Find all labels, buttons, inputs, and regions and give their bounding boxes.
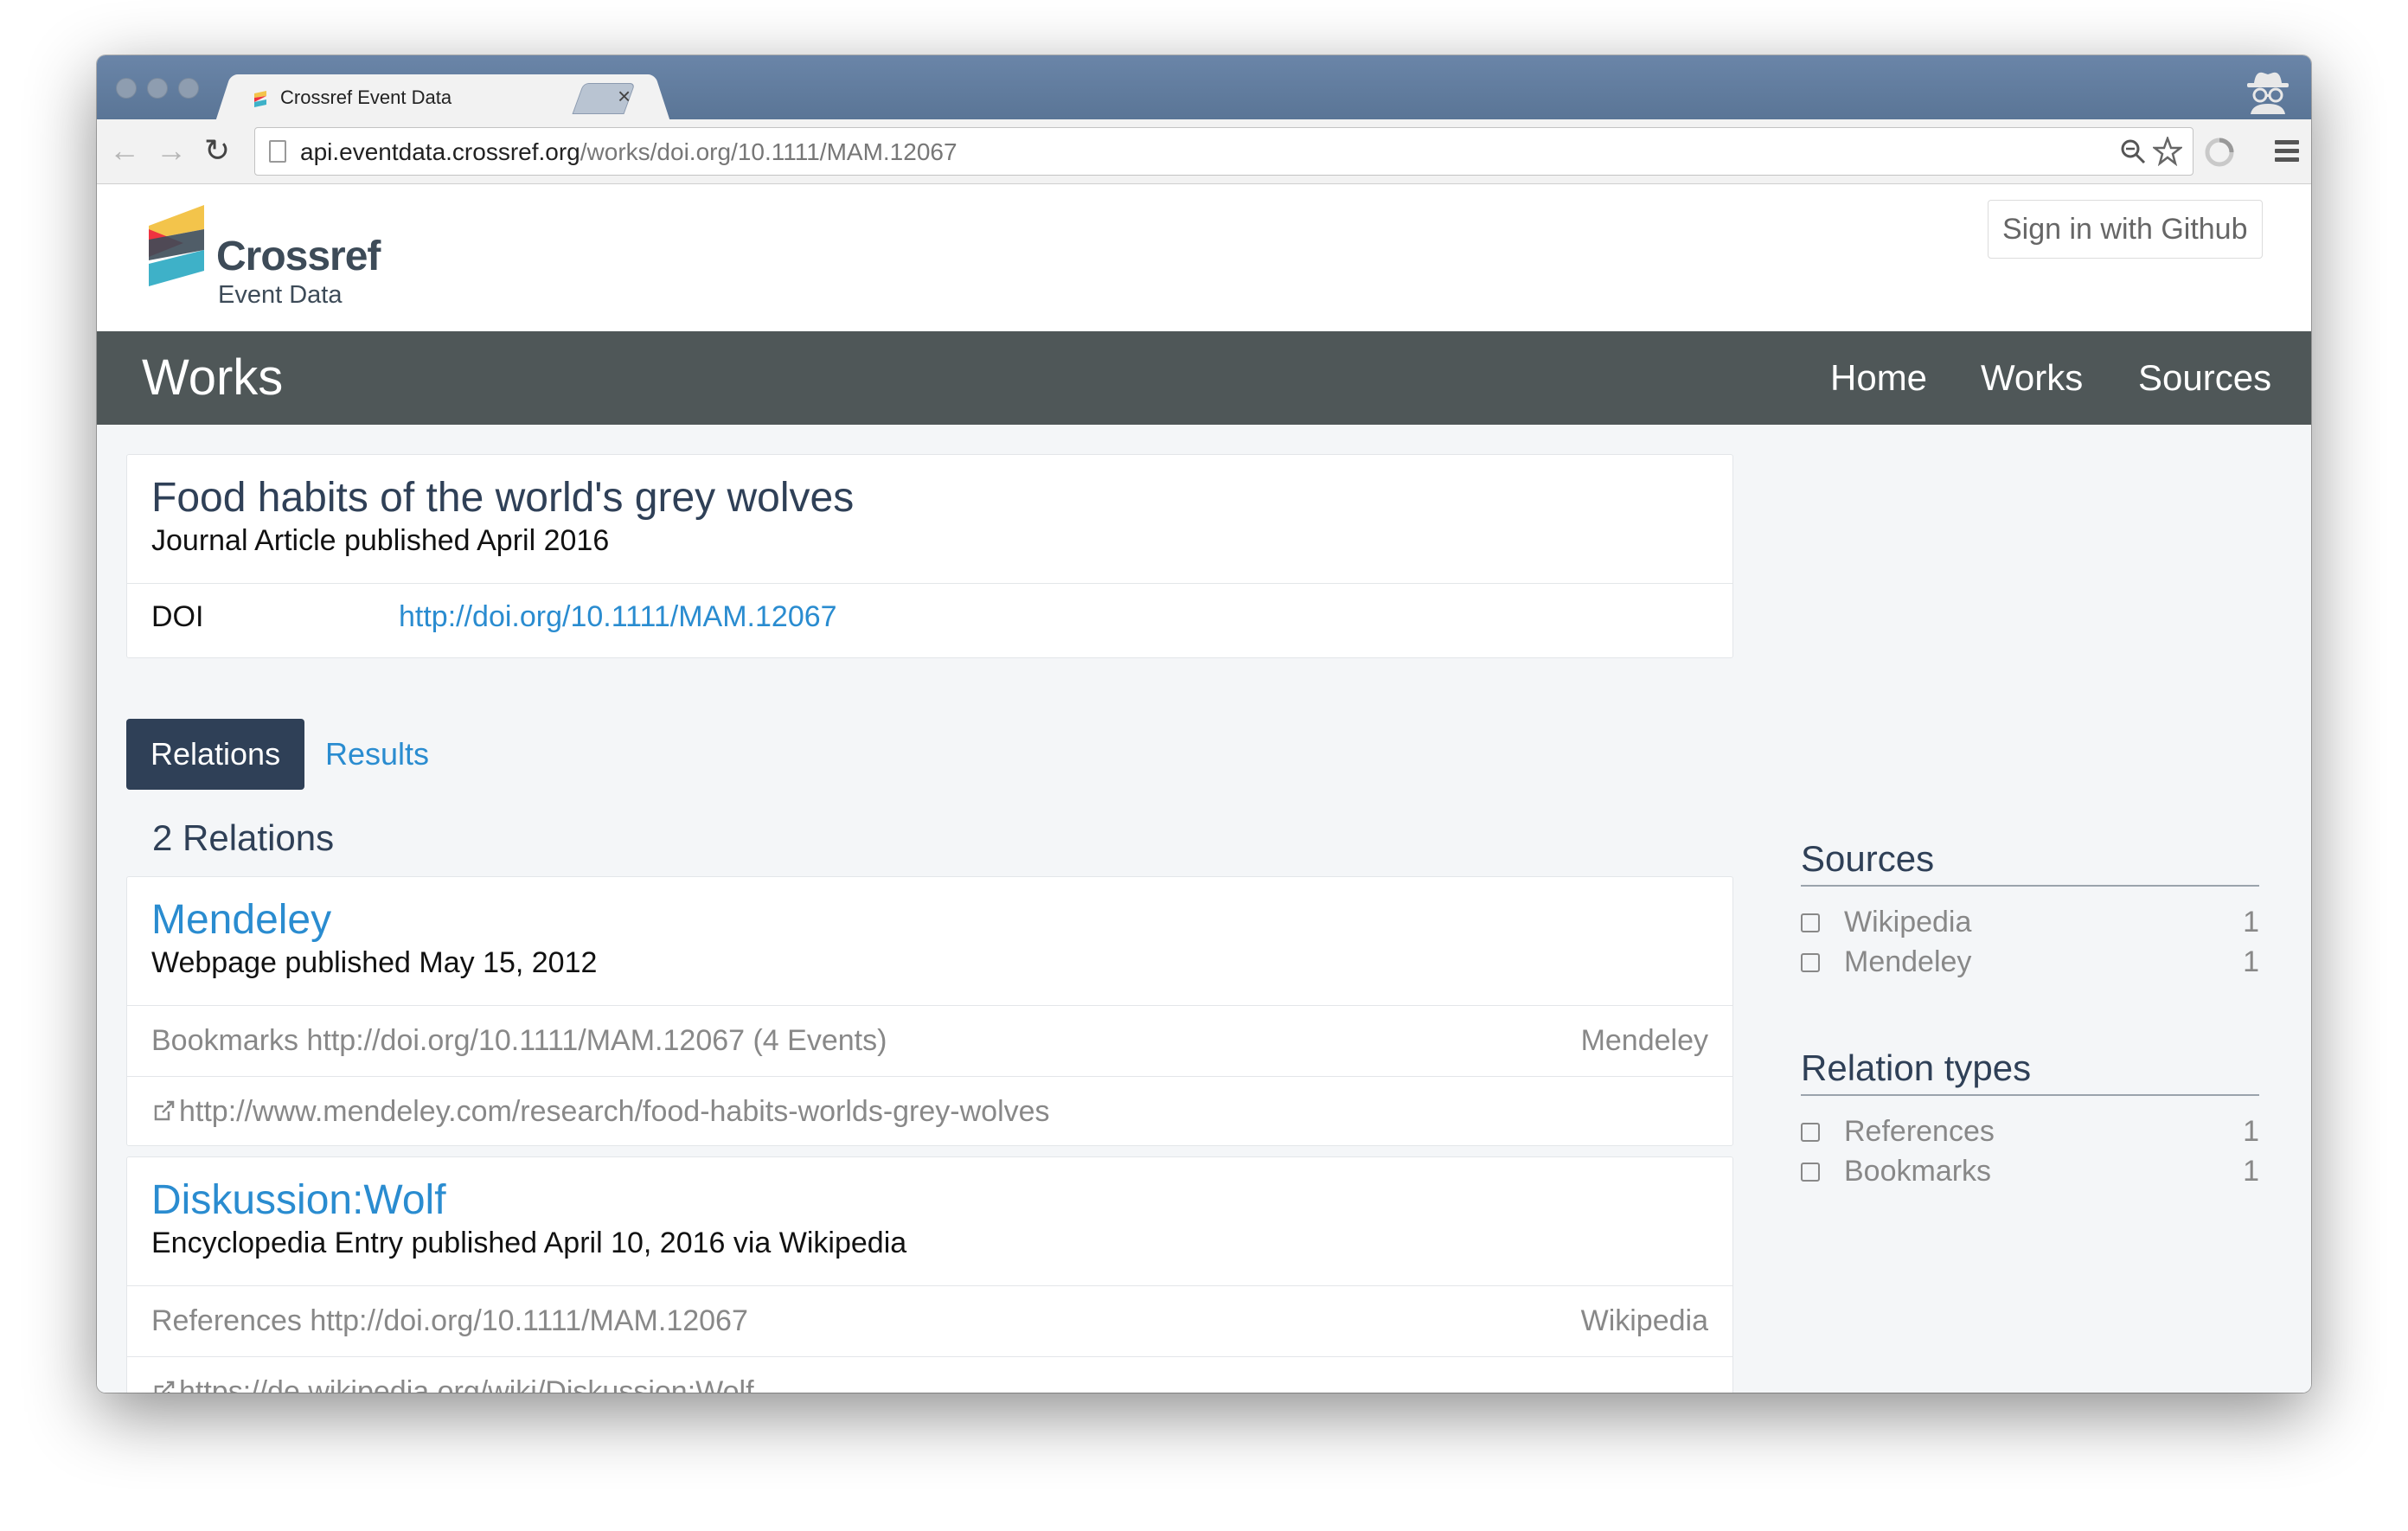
facet-count: 1 (2243, 945, 2259, 978)
star-icon[interactable] (2153, 137, 2182, 166)
facet-label: Wikipedia (1844, 906, 1972, 938)
crossref-logo-icon[interactable] (149, 205, 206, 286)
work-card: Food habits of the world's grey wolves J… (126, 454, 1733, 658)
address-url[interactable]: api.eventdata.crossref.org/works/doi.org… (300, 138, 957, 166)
divider (127, 1356, 1732, 1357)
extension-icon[interactable] (2202, 135, 2237, 170)
page-title: Works (142, 349, 284, 406)
relation-title[interactable]: Mendeley (151, 896, 331, 944)
zoom-window-button[interactable] (178, 78, 199, 99)
tab-strip: Crossref Event Data × (97, 55, 2311, 121)
facet-label: References (1844, 1115, 1995, 1148)
source-filter-wikipedia[interactable]: Wikipedia 1 (1801, 906, 2259, 944)
web-page: Crossref Event Data Sign in with Github … (97, 184, 2311, 1393)
sign-in-github-button[interactable]: Sign in with Github (1988, 200, 2263, 259)
external-link-icon (154, 1100, 175, 1121)
facet-count: 1 (2243, 1115, 2259, 1148)
relation-card: Diskussion:Wolf Encyclopedia Entry publi… (126, 1156, 1733, 1393)
forward-icon[interactable]: → (156, 131, 187, 170)
nav-link-home[interactable]: Home (1830, 357, 1927, 399)
incognito-icon (2247, 72, 2289, 114)
doi-link[interactable]: http://doi.org/10.1111/MAM.12067 (399, 600, 837, 634)
relation-url-link[interactable]: https://de.wikipedia.org/wiki/Diskussion… (151, 1375, 754, 1393)
divider (127, 583, 1732, 584)
facet-count: 1 (2243, 906, 2259, 938)
facet-label: Mendeley (1844, 945, 1972, 978)
relation-type-filter-bookmarks[interactable]: Bookmarks 1 (1801, 1155, 2259, 1193)
divider (127, 1005, 1732, 1006)
sources-heading: Sources (1801, 838, 2259, 887)
checkbox[interactable] (1801, 953, 1820, 972)
doi-label: DOI (151, 600, 204, 633)
checkbox[interactable] (1801, 1163, 1820, 1182)
back-icon[interactable]: ← (109, 131, 140, 170)
relation-source: Wikipedia (1580, 1304, 1708, 1337)
nav-link-works[interactable]: Works (1981, 357, 2083, 399)
minimize-window-button[interactable] (147, 78, 168, 99)
logo-subtitle: Event Data (218, 281, 343, 309)
external-link-icon (154, 1380, 175, 1393)
crossref-favicon-icon (254, 91, 266, 107)
work-subtitle: Journal Article published April 2016 (151, 524, 610, 557)
divider (127, 1076, 1732, 1077)
zoom-icon[interactable] (2118, 137, 2148, 166)
relation-subtitle: Encyclopedia Entry published April 10, 2… (151, 1227, 907, 1259)
checkbox[interactable] (1801, 1123, 1820, 1142)
address-bar[interactable]: api.eventdata.crossref.org/works/doi.org… (254, 127, 2193, 176)
relation-type-filter-references[interactable]: References 1 (1801, 1115, 2259, 1153)
relation-description: Bookmarks http://doi.org/10.1111/MAM.120… (151, 1024, 887, 1057)
facet-label: Bookmarks (1844, 1155, 1992, 1188)
relation-subtitle: Webpage published May 15, 2012 (151, 946, 598, 979)
divider (127, 1285, 1732, 1286)
relation-title[interactable]: Diskussion:Wolf (151, 1176, 446, 1224)
menu-icon[interactable] (2275, 140, 2299, 166)
browser-toolbar: ← → ↻ api.eventdata.crossref.org/works/d… (97, 119, 2311, 184)
logo-name: Crossref (216, 234, 381, 279)
close-window-button[interactable] (116, 78, 137, 99)
tab-title: Crossref Event Data (280, 86, 452, 108)
nav-link-sources[interactable]: Sources (2138, 357, 2271, 399)
tab-results[interactable]: Results (301, 719, 453, 790)
relations-count: 2 Relations (152, 817, 335, 858)
checkbox[interactable] (1801, 913, 1820, 932)
site-header: Crossref Event Data Sign in with Github (97, 184, 2311, 331)
tab-relations[interactable]: Relations (126, 719, 305, 790)
tab-close-icon[interactable]: × (618, 83, 631, 110)
relation-types-heading: Relation types (1801, 1047, 2259, 1096)
relation-url-link[interactable]: http://www.mendeley.com/research/food-ha… (151, 1095, 1050, 1129)
relation-description: References http://doi.org/10.1111/MAM.12… (151, 1304, 748, 1337)
browser-window: Crossref Event Data × ← → ↻ api.eventdat… (97, 55, 2311, 1393)
relation-card: Mendeley Webpage published May 15, 2012 … (126, 876, 1733, 1146)
reload-icon[interactable]: ↻ (204, 131, 230, 170)
source-filter-mendeley[interactable]: Mendeley 1 (1801, 945, 2259, 983)
work-title: Food habits of the world's grey wolves (151, 475, 855, 521)
facet-count: 1 (2243, 1155, 2259, 1188)
page-icon (269, 140, 286, 163)
relation-source: Mendeley (1580, 1024, 1708, 1057)
main-navbar: Works Home Works Sources (97, 331, 2311, 425)
